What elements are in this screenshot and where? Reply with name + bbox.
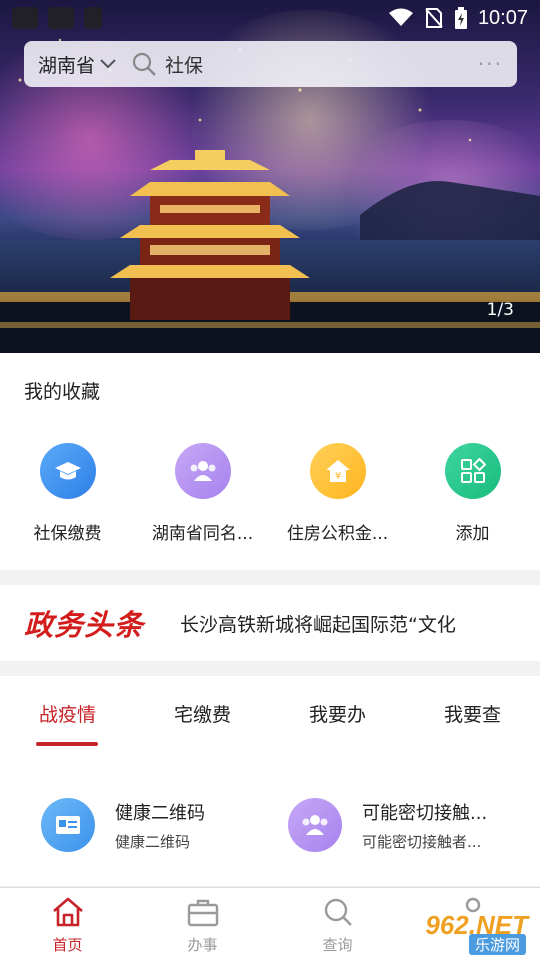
service-close-contact[interactable]: 可能密切接触... 可能密切接触者... (288, 798, 487, 852)
nav-label: 查询 (322, 936, 353, 954)
services-section: 战疫情 宅缴费 我要办 我要查 健康二维码 健康二维码 可能密切接触... 可能… (0, 676, 540, 886)
province-selector[interactable]: 湖南省 (38, 51, 95, 78)
banner-page-indicator: 1/3 (486, 300, 514, 320)
nav-label: 首页 (52, 936, 83, 954)
search-icon (132, 52, 156, 76)
favorite-item-add[interactable]: 添加 (405, 443, 540, 544)
group-icon (174, 443, 231, 499)
tab-fight-epidemic[interactable]: 战疫情 (0, 700, 135, 727)
service-subtitle: 健康二维码 (115, 832, 191, 851)
favorite-label: 添加 (455, 524, 490, 544)
nav-query[interactable]: 查询 (270, 896, 405, 955)
notification-icon (48, 7, 74, 29)
service-health-qr[interactable]: 健康二维码 健康二维码 (41, 798, 205, 852)
clock: 10:07 (477, 6, 528, 29)
tab-home-payment[interactable]: 宅缴费 (135, 700, 270, 727)
favorite-item-hunan-same-name[interactable]: 湖南省同名... (135, 443, 270, 544)
svg-text:¥: ¥ (334, 471, 340, 482)
headline-brand: 政务头条 (24, 608, 145, 642)
house-yuan-icon: ¥ (309, 443, 366, 499)
favorites-section: 我的收藏 社保缴费 湖南省同名... ¥ 住房公积金... 添加 (0, 353, 540, 570)
search-bar[interactable]: 湖南省 社保 ··· (24, 41, 517, 87)
site-watermark: 962.NET 乐游网 (402, 910, 536, 956)
favorite-label: 社保缴费 (33, 524, 102, 544)
home-icon (52, 897, 83, 927)
apps-grid-icon (444, 443, 501, 499)
favorite-label: 住房公积金... (286, 524, 389, 544)
nav-services[interactable]: 办事 (135, 896, 270, 955)
service-title: 健康二维码 (115, 802, 205, 824)
status-bar: 10:07 (0, 0, 540, 36)
search-icon (324, 898, 352, 926)
id-card-icon (41, 798, 95, 852)
service-subtitle: 可能密切接触者... (362, 832, 482, 851)
chevron-down-icon[interactable] (99, 58, 117, 70)
notification-icon (12, 7, 38, 29)
favorite-label: 湖南省同名... (151, 524, 254, 544)
news-headline-strip[interactable]: 政务头条 长沙高铁新城将崛起国际范“文化 (0, 585, 540, 661)
headline-news-text[interactable]: 长沙高铁新城将崛起国际范“文化 (180, 610, 480, 637)
favorites-title: 我的收藏 (24, 381, 101, 403)
graduation-cap-icon (39, 443, 96, 499)
tab-i-want-to-check[interactable]: 我要查 (405, 700, 540, 727)
wifi-icon (388, 8, 413, 26)
favorite-item-housing-fund[interactable]: ¥ 住房公积金... (270, 443, 405, 544)
favorite-item-social-security[interactable]: 社保缴费 (0, 443, 135, 544)
battery-icon (454, 7, 467, 29)
service-title: 可能密切接触... (362, 802, 488, 824)
nav-label: 办事 (187, 936, 218, 954)
active-tab-indicator (36, 742, 98, 746)
search-input[interactable]: 社保 (165, 51, 478, 78)
group-icon (288, 798, 342, 852)
tab-i-want-to-do[interactable]: 我要办 (270, 700, 405, 727)
no-sim-icon (425, 8, 443, 28)
briefcase-icon (187, 899, 218, 927)
watermark-site-name: 乐游网 (468, 934, 526, 955)
notification-icon (84, 7, 102, 29)
nav-home[interactable]: 首页 (0, 896, 135, 955)
more-icon[interactable]: ··· (478, 52, 503, 76)
